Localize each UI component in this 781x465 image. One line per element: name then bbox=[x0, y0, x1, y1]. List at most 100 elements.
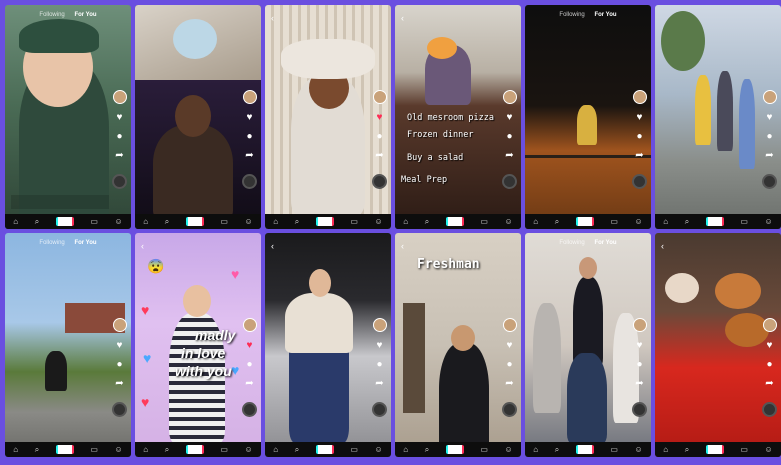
share-icon[interactable]: ➦ bbox=[765, 151, 773, 161]
share-icon[interactable]: ➦ bbox=[505, 379, 513, 389]
profile-icon[interactable]: ☺ bbox=[764, 217, 772, 226]
comment-icon[interactable]: ● bbox=[116, 360, 122, 370]
sound-disc[interactable] bbox=[762, 174, 777, 189]
home-icon[interactable]: ⌂ bbox=[273, 217, 278, 226]
inbox-icon[interactable]: ▭ bbox=[90, 445, 98, 454]
video-tile-10[interactable]: ‹ Freshman ♥ ● ➦ ⌂ ⌕ ▭ ☺ bbox=[395, 233, 521, 457]
home-icon[interactable]: ⌂ bbox=[13, 217, 18, 226]
share-icon[interactable]: ➦ bbox=[635, 151, 643, 161]
profile-icon[interactable]: ☺ bbox=[504, 445, 512, 454]
share-icon[interactable]: ➦ bbox=[765, 379, 773, 389]
search-icon[interactable]: ⌕ bbox=[295, 217, 299, 227]
comment-icon[interactable]: ● bbox=[376, 360, 382, 370]
share-icon[interactable]: ➦ bbox=[245, 151, 253, 161]
share-icon[interactable]: ➦ bbox=[245, 379, 253, 389]
profile-icon[interactable]: ☺ bbox=[114, 445, 122, 454]
creator-avatar[interactable] bbox=[762, 90, 777, 104]
chevron-left-icon[interactable]: ‹ bbox=[271, 13, 274, 23]
sound-disc[interactable] bbox=[242, 174, 257, 189]
profile-icon[interactable]: ☺ bbox=[374, 445, 382, 454]
inbox-icon[interactable]: ▭ bbox=[480, 217, 488, 226]
tab-for-you[interactable]: For You bbox=[594, 240, 616, 246]
inbox-icon[interactable]: ▭ bbox=[610, 445, 618, 454]
inbox-icon[interactable]: ▭ bbox=[90, 217, 98, 226]
video-tile-6[interactable]: ♥ ● ➦ ⌂ ⌕ ▭ ☺ bbox=[655, 5, 781, 229]
home-icon[interactable]: ⌂ bbox=[403, 445, 408, 454]
comment-icon[interactable]: ● bbox=[766, 360, 772, 370]
profile-icon[interactable]: ☺ bbox=[504, 217, 512, 226]
profile-icon[interactable]: ☺ bbox=[764, 445, 772, 454]
video-tile-9[interactable]: ‹ ♥ ● ➦ ⌂ ⌕ ▭ ☺ bbox=[265, 233, 391, 457]
creator-avatar[interactable] bbox=[632, 90, 647, 104]
search-icon[interactable]: ⌕ bbox=[685, 445, 689, 455]
inbox-icon[interactable]: ▭ bbox=[740, 217, 748, 226]
plus-icon[interactable] bbox=[55, 445, 74, 454]
creator-avatar[interactable] bbox=[372, 90, 387, 104]
chevron-left-icon[interactable]: ‹ bbox=[401, 241, 404, 251]
video-tile-1[interactable]: Following For You ♥ ● ➦ ⌂ ⌕ ▭ ☺ bbox=[5, 5, 131, 229]
heart-icon[interactable]: ♥ bbox=[247, 341, 253, 351]
home-icon[interactable]: ⌂ bbox=[663, 445, 668, 454]
tab-for-you[interactable]: For You bbox=[74, 240, 96, 246]
video-tile-7[interactable]: Following For You ♥ ● ➦ ⌂ ⌕ ▭ ☺ bbox=[5, 233, 131, 457]
plus-icon[interactable] bbox=[55, 217, 74, 226]
creator-avatar[interactable] bbox=[632, 318, 647, 332]
creator-avatar[interactable] bbox=[112, 318, 127, 332]
search-icon[interactable]: ⌕ bbox=[165, 445, 169, 455]
video-tile-3[interactable]: ‹ ♥ ● ➦ ⌂ ⌕ ▭ ☺ bbox=[265, 5, 391, 229]
profile-icon[interactable]: ☺ bbox=[634, 217, 642, 226]
comment-icon[interactable]: ● bbox=[246, 360, 252, 370]
comment-icon[interactable]: ● bbox=[636, 360, 642, 370]
sound-disc[interactable] bbox=[372, 174, 387, 189]
plus-icon[interactable] bbox=[185, 217, 204, 226]
profile-icon[interactable]: ☺ bbox=[244, 445, 252, 454]
profile-icon[interactable]: ☺ bbox=[634, 445, 642, 454]
share-icon[interactable]: ➦ bbox=[115, 151, 123, 161]
sound-disc[interactable] bbox=[112, 402, 127, 417]
inbox-icon[interactable]: ▭ bbox=[350, 445, 358, 454]
inbox-icon[interactable]: ▭ bbox=[350, 217, 358, 226]
tab-for-you[interactable]: For You bbox=[74, 12, 96, 18]
profile-icon[interactable]: ☺ bbox=[374, 217, 382, 226]
home-icon[interactable]: ⌂ bbox=[273, 445, 278, 454]
video-tile-8[interactable]: ‹ 😨 ♥ ♥ ♥ ♥ ♥ madly in love with you ♥ ●… bbox=[135, 233, 261, 457]
creator-avatar[interactable] bbox=[242, 90, 257, 104]
plus-icon[interactable] bbox=[315, 445, 334, 454]
inbox-icon[interactable]: ▭ bbox=[220, 217, 228, 226]
home-icon[interactable]: ⌂ bbox=[533, 217, 538, 226]
heart-icon[interactable]: ♥ bbox=[637, 341, 643, 351]
sound-disc[interactable] bbox=[502, 174, 517, 189]
sound-disc[interactable] bbox=[242, 402, 257, 417]
share-icon[interactable]: ➦ bbox=[635, 379, 643, 389]
chevron-left-icon[interactable]: ‹ bbox=[271, 241, 274, 251]
comment-icon[interactable]: ● bbox=[246, 132, 252, 142]
video-tile-5[interactable]: Following For You ♥ ● ➦ ⌂ ⌕ ▭ ☺ bbox=[525, 5, 651, 229]
search-icon[interactable]: ⌕ bbox=[685, 217, 689, 227]
creator-avatar[interactable] bbox=[112, 90, 127, 104]
heart-icon[interactable]: ♥ bbox=[767, 341, 773, 351]
video-tile-4[interactable]: ‹ Old mesroom pizza Frozen dinner Buy a … bbox=[395, 5, 521, 229]
home-icon[interactable]: ⌂ bbox=[663, 217, 668, 226]
share-icon[interactable]: ➦ bbox=[115, 379, 123, 389]
home-icon[interactable]: ⌂ bbox=[143, 217, 148, 226]
heart-icon[interactable]: ♥ bbox=[637, 113, 643, 123]
heart-icon[interactable]: ♥ bbox=[247, 113, 253, 123]
sound-disc[interactable] bbox=[762, 402, 777, 417]
plus-icon[interactable] bbox=[445, 445, 464, 454]
home-icon[interactable]: ⌂ bbox=[403, 217, 408, 226]
comment-icon[interactable]: ● bbox=[376, 132, 382, 142]
tab-following[interactable]: Following bbox=[39, 240, 64, 246]
chevron-left-icon[interactable]: ‹ bbox=[401, 13, 404, 23]
tab-following[interactable]: Following bbox=[559, 12, 584, 18]
inbox-icon[interactable]: ▭ bbox=[740, 445, 748, 454]
heart-icon[interactable]: ♥ bbox=[377, 341, 383, 351]
heart-icon[interactable]: ♥ bbox=[377, 113, 383, 123]
share-icon[interactable]: ➦ bbox=[375, 379, 383, 389]
search-icon[interactable]: ⌕ bbox=[425, 217, 429, 227]
plus-icon[interactable] bbox=[445, 217, 464, 226]
sound-disc[interactable] bbox=[632, 174, 647, 189]
home-icon[interactable]: ⌂ bbox=[13, 445, 18, 454]
inbox-icon[interactable]: ▭ bbox=[220, 445, 228, 454]
creator-avatar[interactable] bbox=[762, 318, 777, 332]
creator-avatar[interactable] bbox=[502, 90, 517, 104]
